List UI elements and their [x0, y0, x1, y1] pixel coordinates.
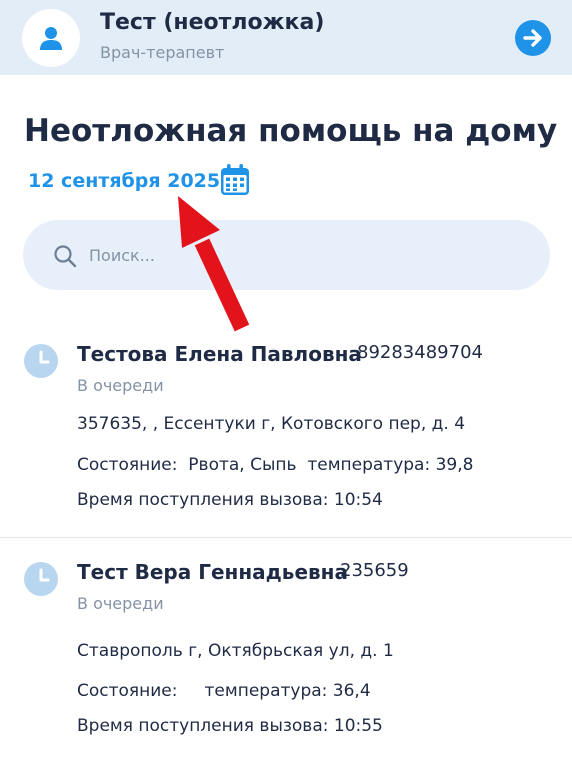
call-status: В очереди	[77, 594, 164, 613]
call-card[interactable]: Тест Вера Геннадьевна 235659 В очереди С…	[0, 537, 572, 767]
call-time: Время поступления вызова: 10:55	[77, 716, 383, 736]
app-screen: Тест (неотложка) Врач-терапевт Неотложна…	[0, 0, 572, 767]
user-icon	[40, 27, 62, 50]
patient-phone: 235659	[340, 560, 409, 581]
patient-condition: Состояние: Рвота, Сыпь температура: 39,8	[77, 455, 474, 475]
avatar[interactable]	[22, 9, 80, 67]
search-icon	[54, 245, 77, 268]
page-title: Неотложная помощь на дому	[24, 113, 558, 149]
user-name: Тест (неотложка)	[100, 10, 325, 35]
user-role: Врач-терапевт	[100, 43, 225, 62]
call-card[interactable]: Тестова Елена Павловна 89283489704 В оче…	[0, 320, 572, 537]
patient-name: Тест Вера Геннадьевна	[77, 560, 348, 584]
date-selector[interactable]: 12 сентября 2025	[28, 170, 220, 192]
patient-condition: Состояние: температура: 36,4	[77, 681, 371, 701]
search-bar[interactable]	[23, 220, 550, 290]
header-bar: Тест (неотложка) Врач-терапевт	[0, 0, 572, 75]
patient-name: Тестова Елена Павловна	[77, 342, 362, 366]
clock-icon	[24, 344, 58, 378]
call-status: В очереди	[77, 376, 164, 395]
call-time: Время поступления вызова: 10:54	[77, 490, 383, 510]
logout-button[interactable]	[515, 20, 551, 56]
patient-address: Ставрополь г, Октябрьская ул, д. 1	[77, 641, 394, 661]
patient-phone: 89283489704	[357, 342, 483, 363]
search-input[interactable]	[87, 238, 527, 272]
clock-icon	[24, 562, 58, 596]
arrow-right-circle-icon	[523, 29, 542, 47]
patient-address: 357635, , Ессентуки г, Котовского пер, д…	[77, 414, 466, 434]
red-arrow-annotation	[178, 196, 250, 332]
